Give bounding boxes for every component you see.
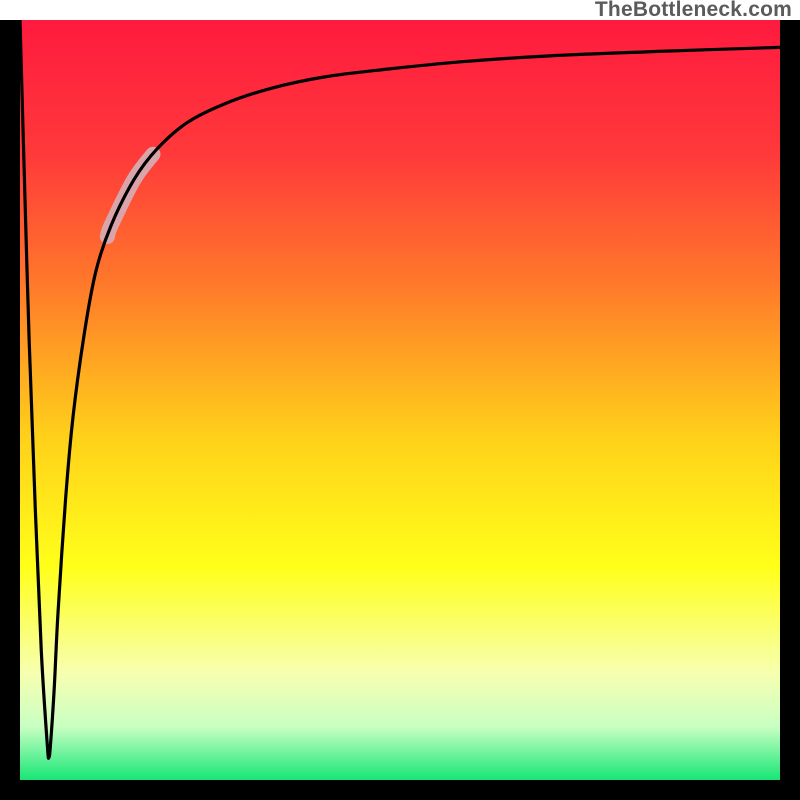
plot-area bbox=[20, 20, 780, 780]
chart-root: TheBottleneck.com bbox=[0, 0, 800, 800]
watermark-label: TheBottleneck.com bbox=[595, 0, 792, 22]
gradient-background bbox=[20, 20, 780, 780]
chart-svg bbox=[20, 20, 780, 780]
chart-frame bbox=[0, 20, 800, 800]
